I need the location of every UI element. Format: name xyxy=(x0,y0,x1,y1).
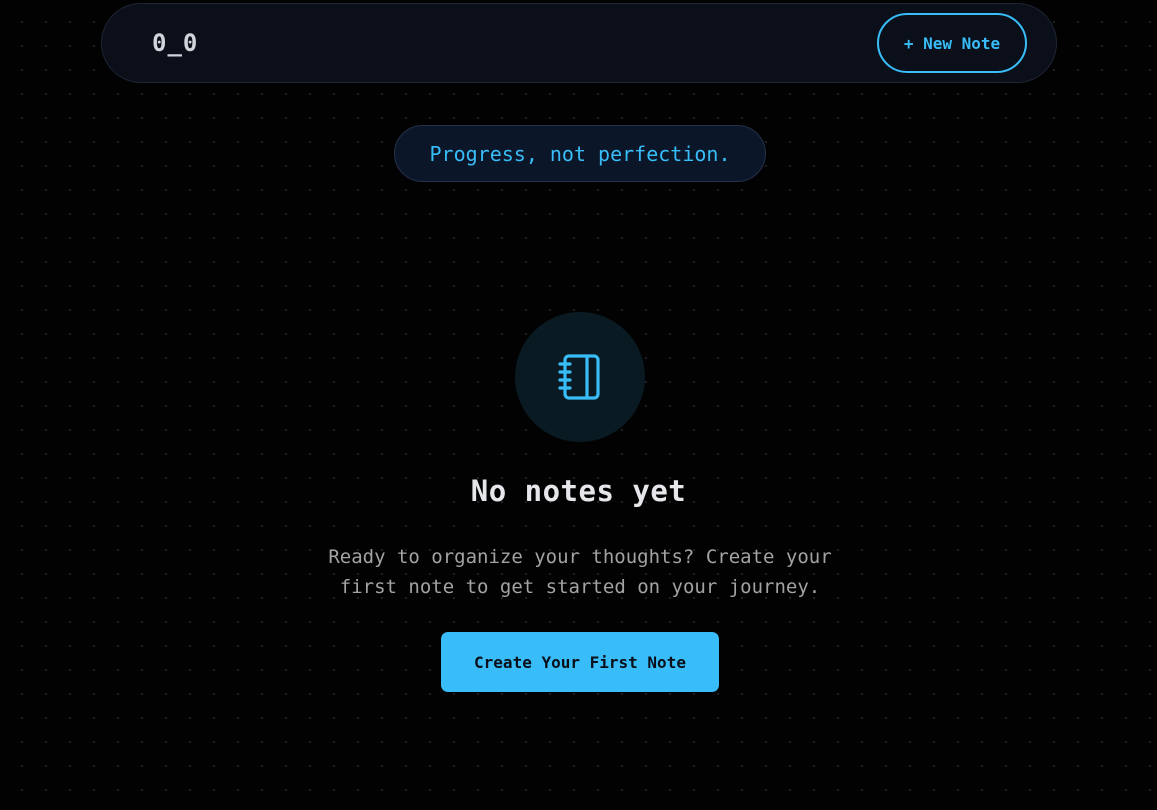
new-note-button[interactable]: + New Note xyxy=(877,13,1027,73)
empty-state-icon-container xyxy=(515,312,645,442)
app-page: 0_0 + New Note Progress, not perfection.… xyxy=(0,0,1157,810)
app-logo[interactable]: 0_0 xyxy=(152,29,198,57)
empty-state-description: Ready to organize your thoughts? Create … xyxy=(328,546,832,598)
empty-state-title: No notes yet xyxy=(470,474,687,508)
notebook-icon xyxy=(558,354,600,400)
motivational-quote: Progress, not perfection. xyxy=(394,125,766,182)
top-header: 0_0 + New Note xyxy=(101,3,1057,83)
create-first-note-button[interactable]: Create Your First Note xyxy=(441,632,719,692)
